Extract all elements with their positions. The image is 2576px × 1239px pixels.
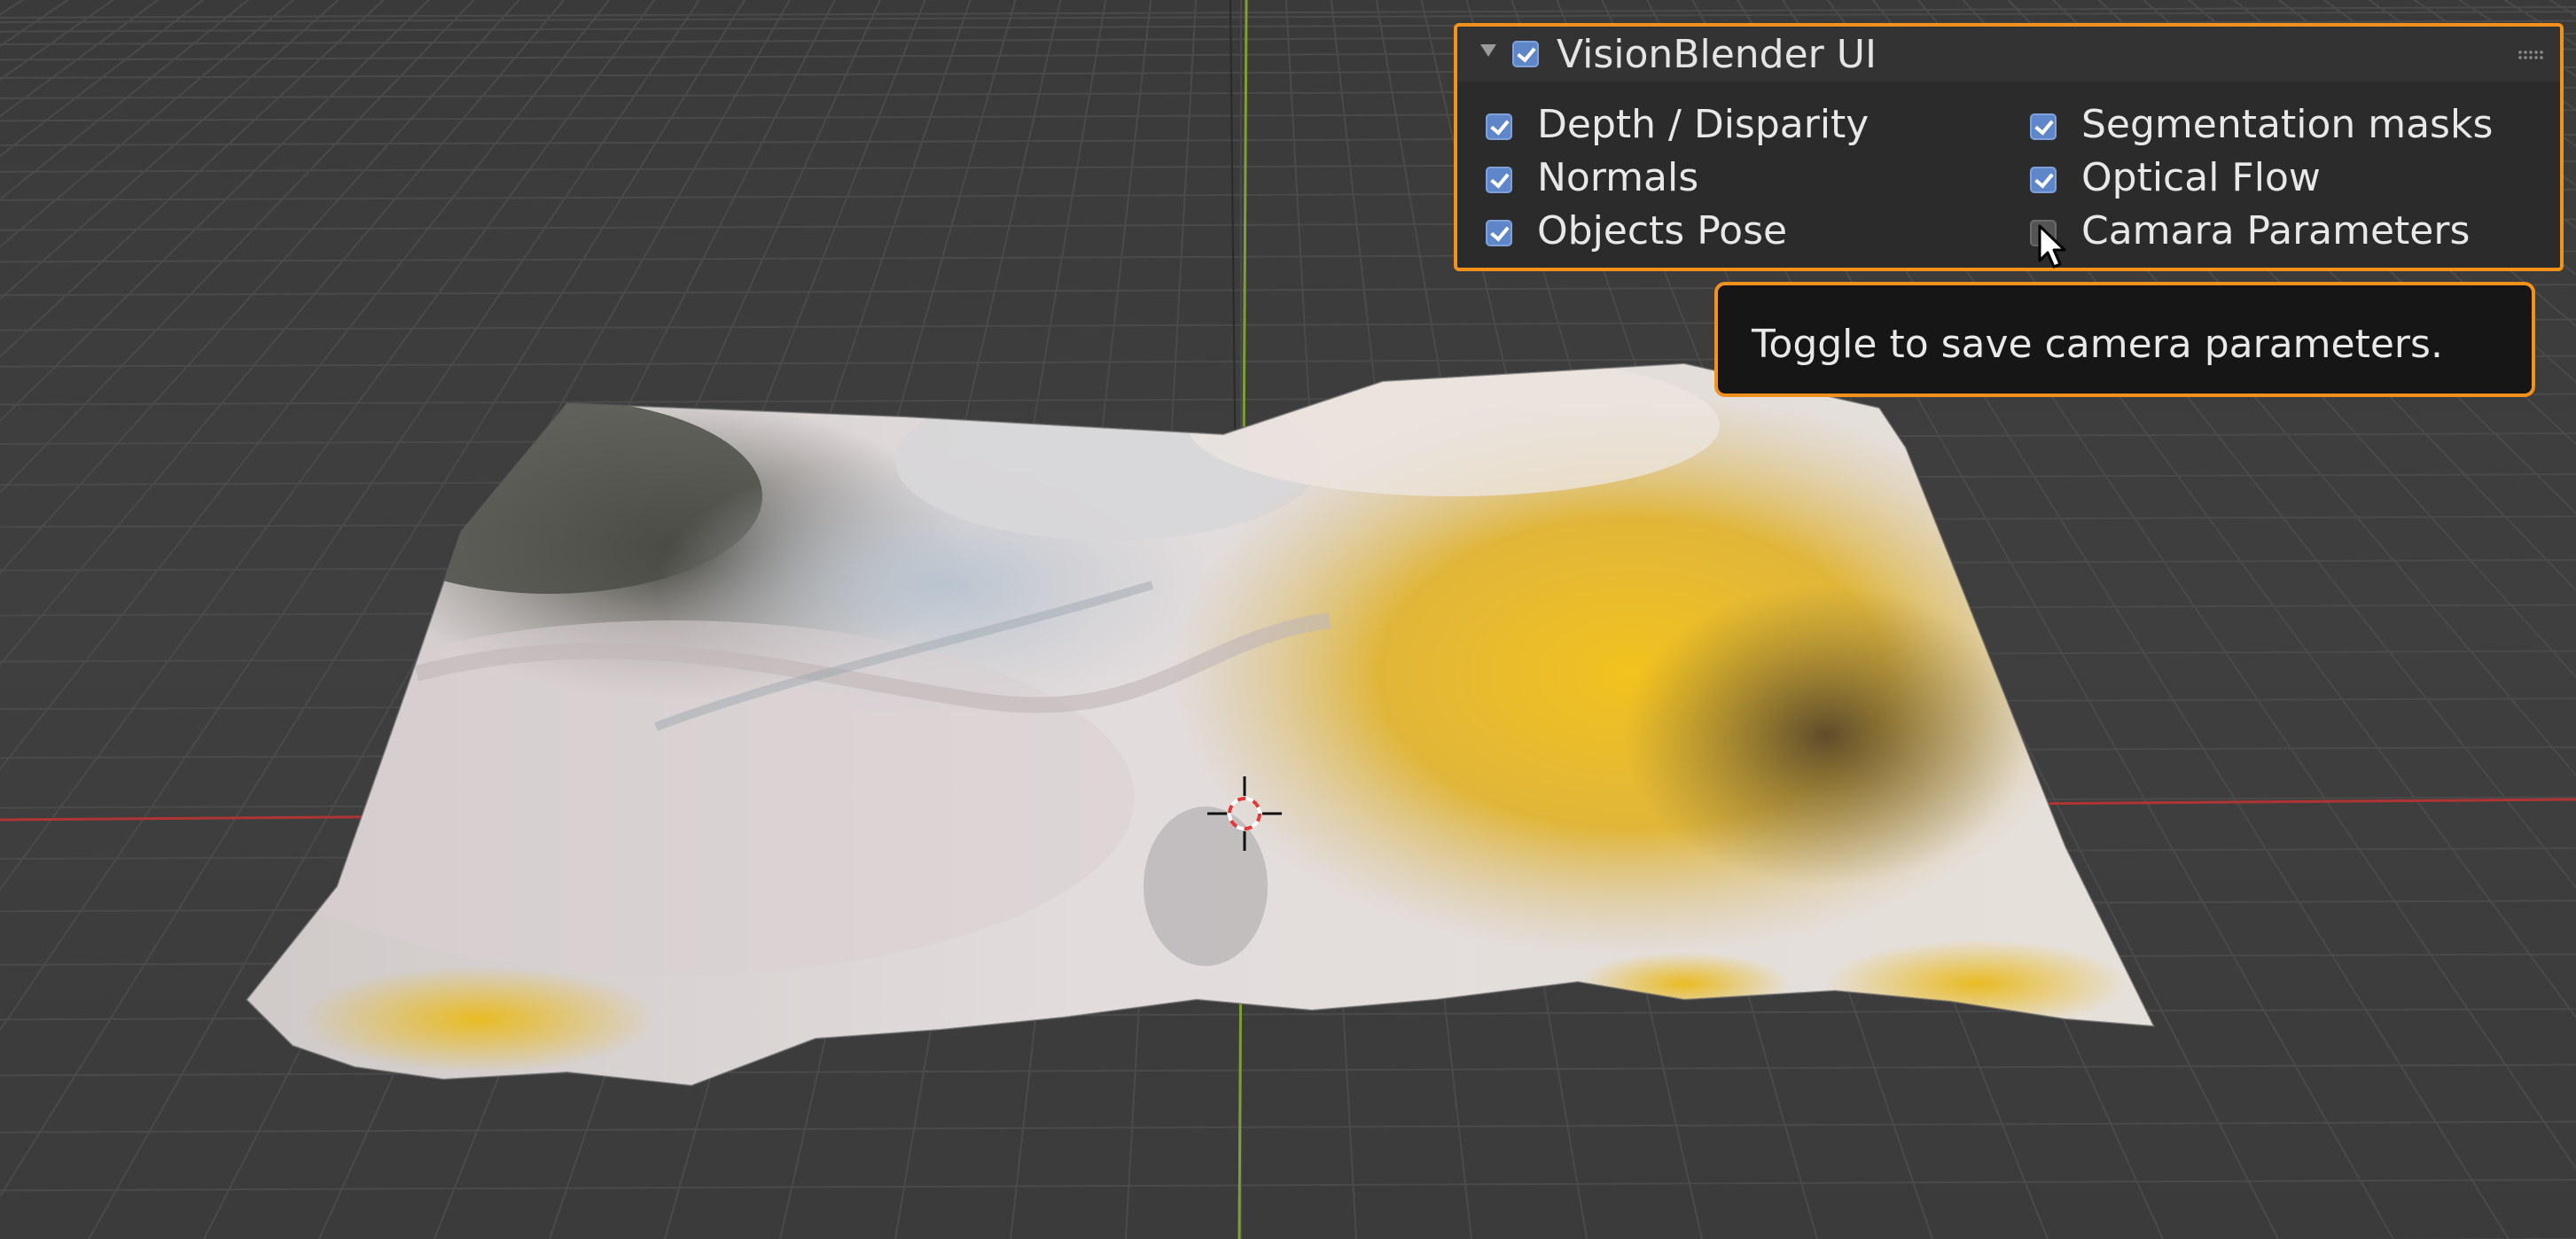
visionblender-panel: VisionBlender UI Depth / Disparity Segme…	[1454, 23, 2564, 271]
panel-header[interactable]: VisionBlender UI	[1457, 27, 2560, 82]
drag-grip-icon[interactable]	[2517, 50, 2544, 60]
mouse-pointer-icon	[2038, 224, 2066, 269]
objects-pose-label[interactable]: Objects Pose	[1537, 209, 1787, 253]
normals-label[interactable]: Normals	[1537, 156, 1698, 200]
tooltip: Toggle to save camera parameters.	[1714, 282, 2535, 397]
panel-enable-checkbox[interactable]	[1512, 41, 1539, 67]
normals-checkbox[interactable]	[1486, 167, 1512, 193]
optical-flow-label[interactable]: Optical Flow	[2081, 156, 2321, 200]
objects-pose-checkbox[interactable]	[1486, 220, 1512, 246]
segmentation-masks-checkbox[interactable]	[2030, 113, 2057, 140]
camera-parameters-label[interactable]: Camara Parameters	[2081, 209, 2470, 253]
segmentation-masks-label[interactable]: Segmentation masks	[2081, 103, 2493, 147]
panel-title: VisionBlender UI	[1557, 32, 1877, 77]
optical-flow-checkbox[interactable]	[2030, 167, 2057, 193]
triangle-down-icon[interactable]	[1480, 44, 1496, 57]
depth-disparity-checkbox[interactable]	[1486, 113, 1512, 140]
3d-cursor-icon	[1207, 776, 1282, 851]
depth-disparity-label[interactable]: Depth / Disparity	[1537, 103, 1869, 147]
tooltip-text: Toggle to save camera parameters.	[1752, 322, 2443, 367]
